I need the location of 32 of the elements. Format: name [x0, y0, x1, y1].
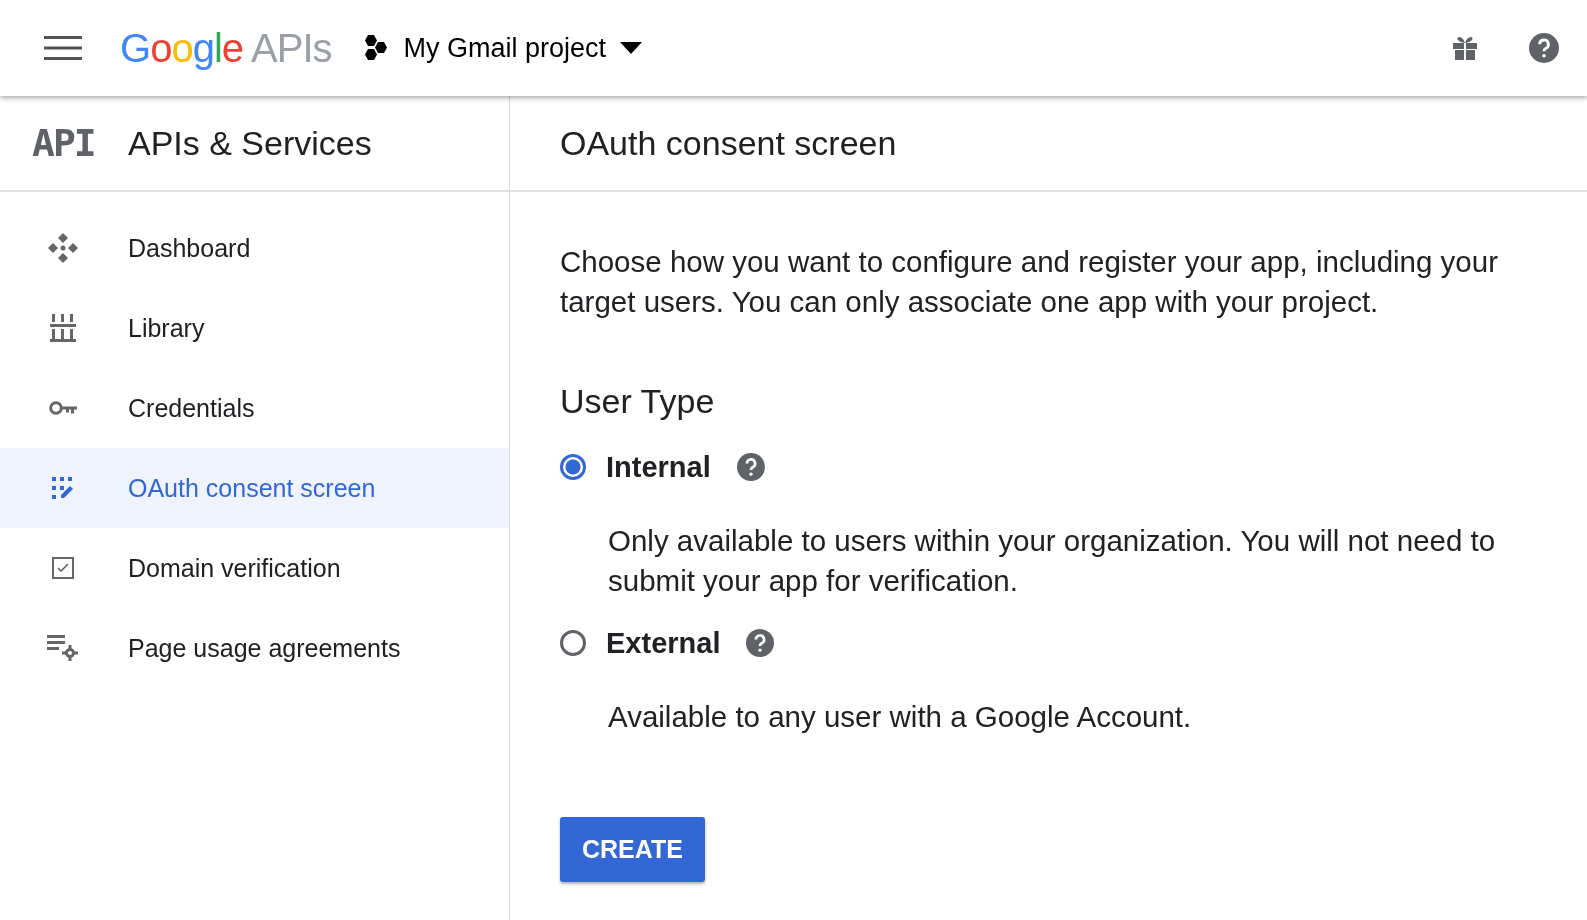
option-label[interactable]: Internal [606, 450, 711, 484]
sidebar-item[interactable]: Credentials [0, 368, 509, 448]
sidebar-item[interactable]: Dashboard [0, 208, 509, 288]
sidebar-item[interactable]: OAuth consent screen [0, 448, 509, 528]
api-logo: API [32, 121, 96, 165]
sidebar-item[interactable]: Domain verification [0, 528, 509, 608]
help-icon[interactable] [736, 453, 765, 481]
intro-text: Choose how you want to configure and register your app, including your target users. You can only associate one app with your project. [560, 244, 1499, 320]
dots-pencil-icon [52, 477, 74, 499]
section-title: APIs & Services [128, 123, 372, 163]
logo[interactable]: Google APIs [120, 25, 332, 71]
key-icon [49, 400, 77, 416]
radio-button[interactable] [560, 454, 586, 480]
checkbox-icon [52, 557, 74, 579]
gift-icon[interactable] [1451, 34, 1479, 62]
option-description: Only available to users within your organization. You will not need to submit your app for verification. [608, 523, 1497, 599]
caret-icon [620, 42, 643, 54]
option-description: Available to any user with a Google Account. [608, 699, 1193, 735]
diamond-dots-icon [47, 232, 79, 264]
radio-button[interactable] [560, 630, 586, 656]
library-icon [50, 314, 76, 342]
sidebar-item[interactable]: Page usage agreements [0, 608, 509, 688]
create-button[interactable]: CREATE [560, 817, 705, 882]
list-gear-icon [47, 635, 79, 661]
sidebar-item[interactable]: Library [0, 288, 509, 368]
section-heading: User Type [560, 382, 716, 421]
help-icon[interactable] [1529, 33, 1559, 63]
menu-icon[interactable] [44, 36, 82, 60]
page-title: OAuth consent screen [560, 123, 897, 163]
option-label[interactable]: External [606, 626, 721, 660]
project-selector[interactable]: My Gmail project [361, 32, 643, 64]
help-icon[interactable] [746, 629, 775, 657]
